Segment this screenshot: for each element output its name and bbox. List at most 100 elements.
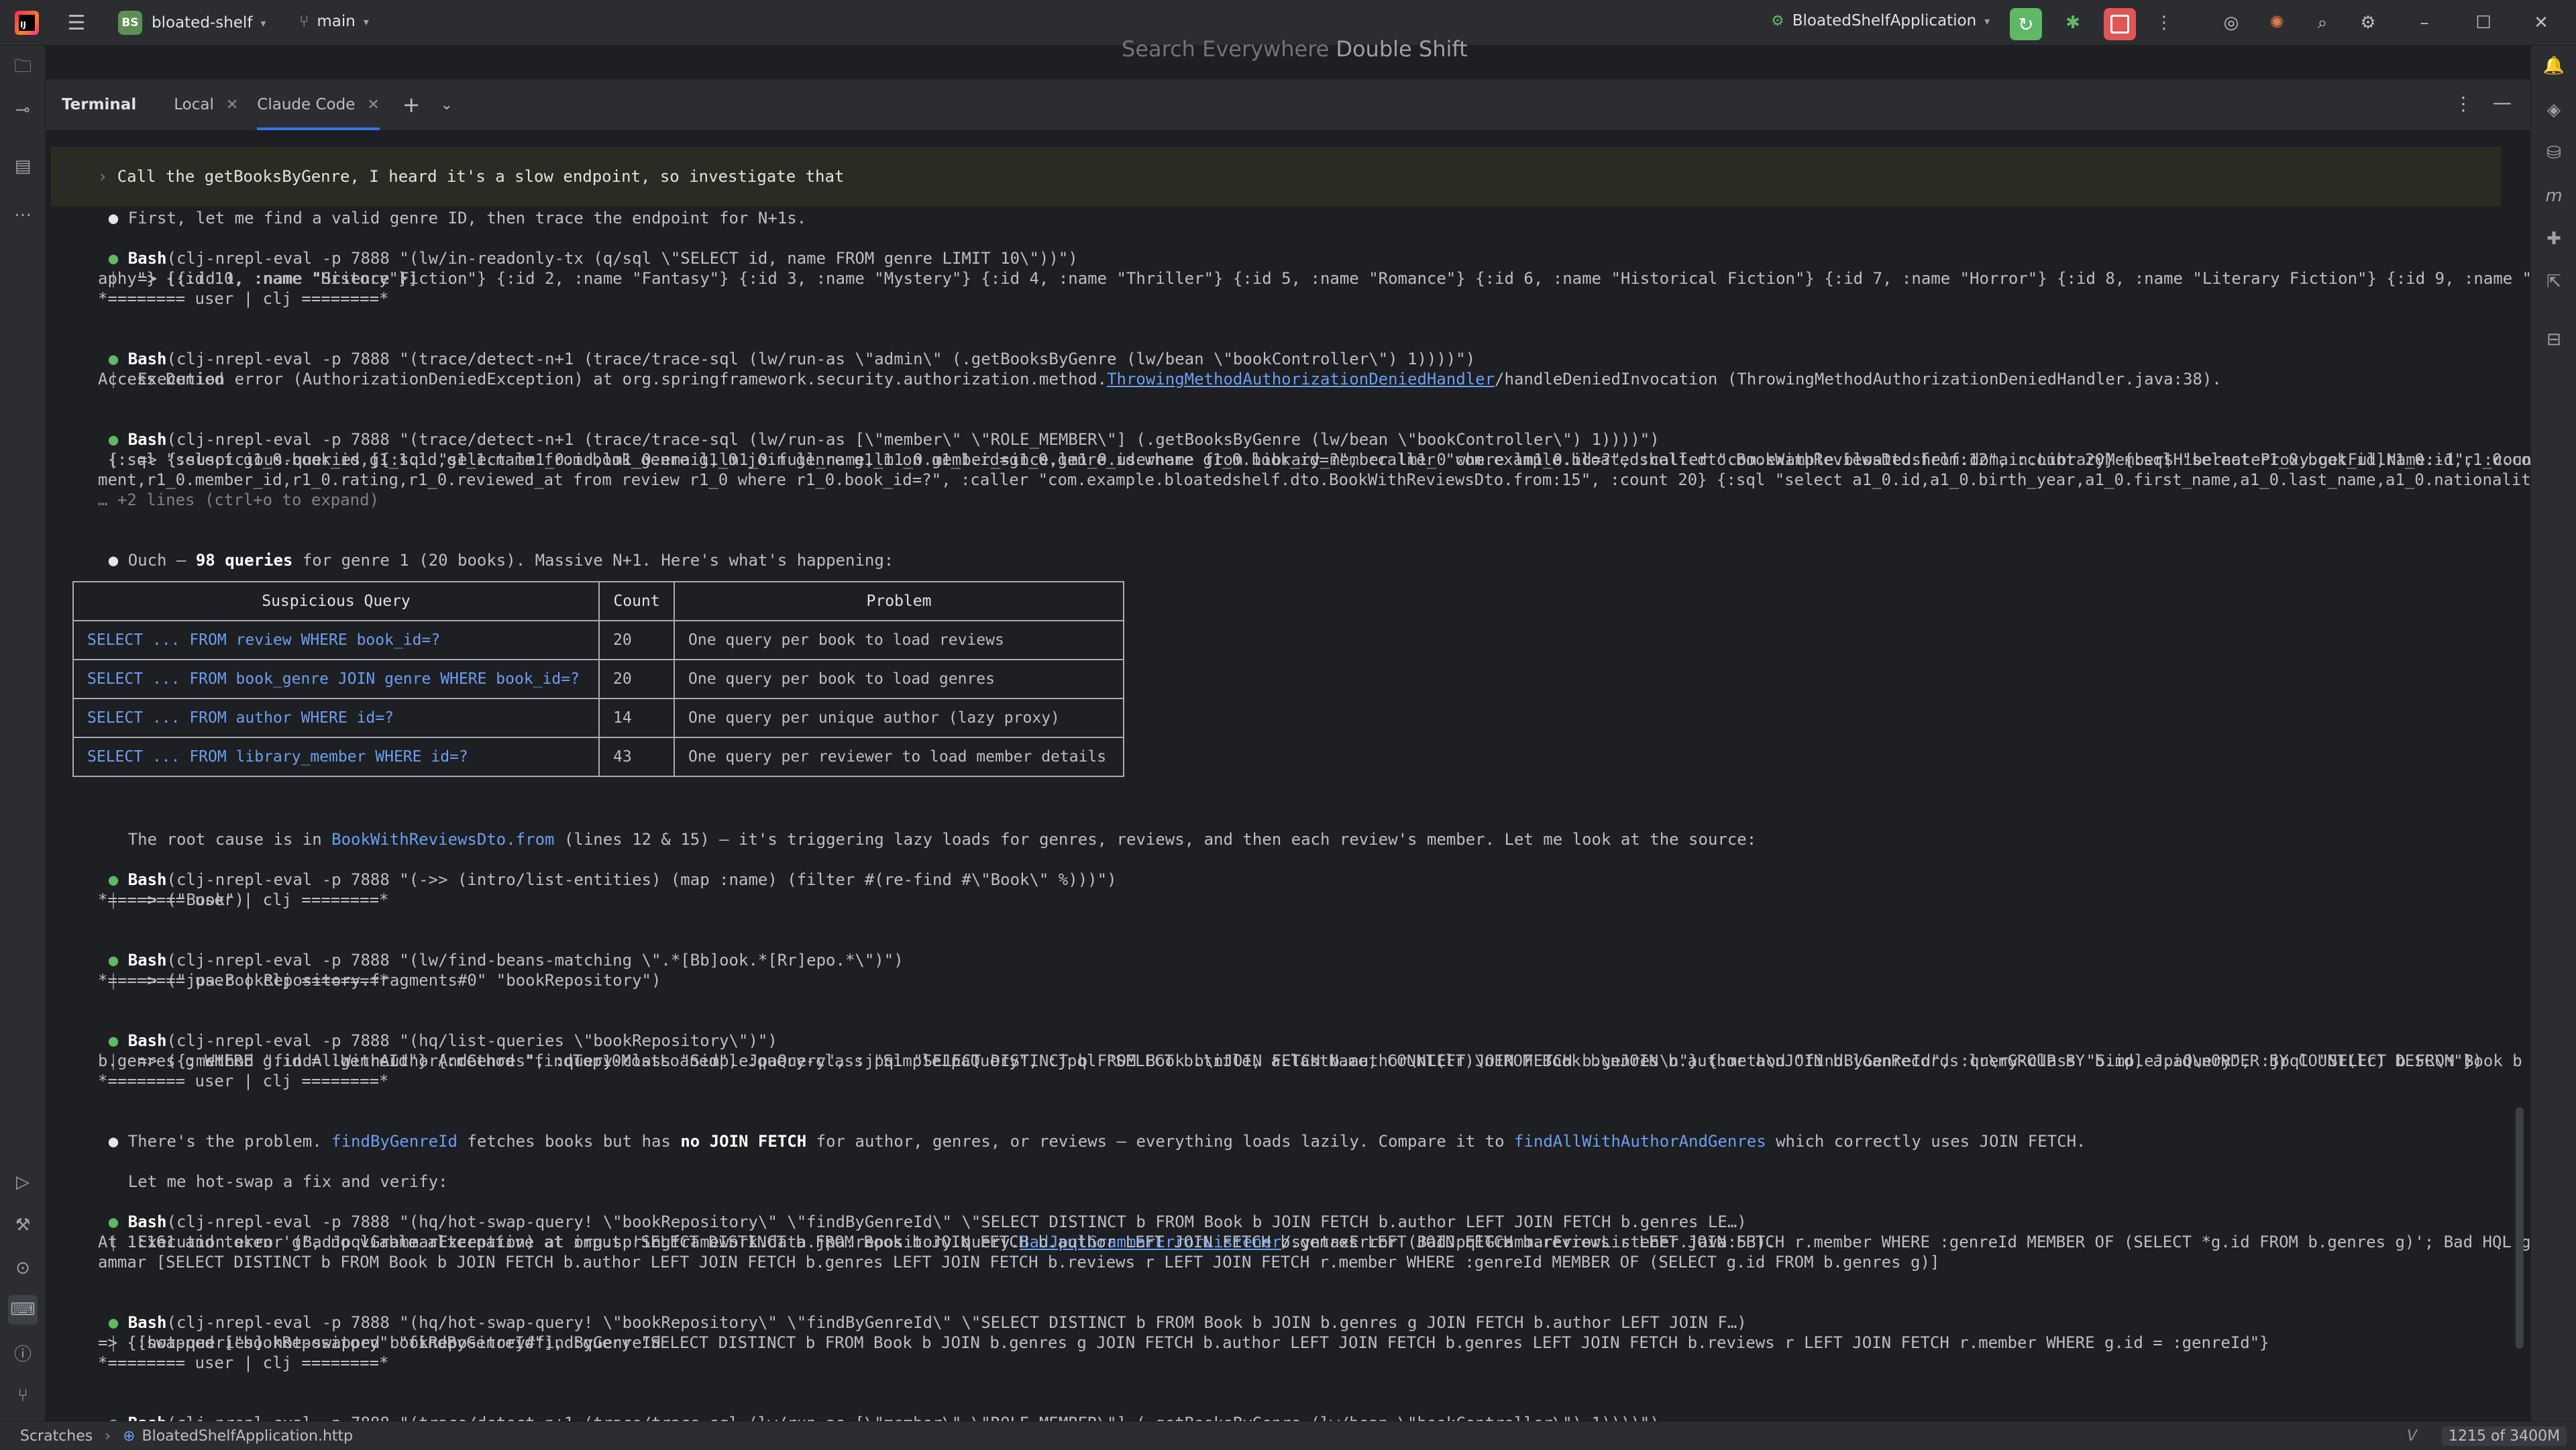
command-output: ment,r1_0.member_id,r1_0.rating,r1_0.rev… — [98, 470, 2530, 490]
message-text: The root cause is in — [127, 830, 332, 849]
settings-gear-icon[interactable]: ⚙ — [2353, 8, 2383, 38]
project-folder-icon[interactable]: 🗀 — [8, 54, 38, 83]
app-logo-icon[interactable]: IJ — [15, 11, 39, 35]
services-icon[interactable]: ⊙ — [8, 1253, 38, 1283]
terminal-output[interactable]: › Call the getBooksByGenre, I heard it's… — [46, 130, 2530, 1428]
suspicious-query-table: Suspicious Query Count Problem SELECT ..… — [72, 581, 1124, 777]
output-text: ment,r1_0.member_id,r1_0.rating,r1_0.rev… — [98, 470, 2530, 489]
commit-icon[interactable]: ⊸ — [8, 95, 38, 125]
expand-hint[interactable]: … +2 lines (ctrl+o to expand) — [98, 490, 379, 510]
terminal-scrollbar[interactable] — [2516, 1107, 2524, 1349]
output-text: => [{:id 1, :name "Science Fiction"} {:i… — [138, 269, 2530, 288]
breadcrumb-file[interactable]: BloatedShelfApplication.http — [142, 1428, 354, 1445]
output-text: aphy"} {:id 10, :name "History"}] — [98, 269, 418, 288]
command-output: *======== user | clj ========* — [98, 1071, 388, 1091]
terminal-icon[interactable]: ⌨ — [8, 1295, 38, 1325]
chevron-down-icon: ▾ — [260, 16, 266, 30]
output-text: Access Denied — [98, 370, 224, 389]
project-selector[interactable]: BS bloated-shelf ▾ — [118, 11, 266, 35]
query-cell: SELECT ... FROM review WHERE book_id=? — [72, 620, 600, 660]
main-menu-icon[interactable]: ☰ — [62, 8, 91, 38]
command-output: | Execution error (AuthorizationDeniedEx… — [70, 349, 2222, 409]
column-header: Count — [598, 581, 675, 621]
search-icon[interactable]: ⌕ — [2308, 8, 2337, 38]
new-tab-plus-icon[interactable]: + — [402, 92, 421, 117]
problems-icon[interactable]: ⓘ — [8, 1338, 38, 1367]
run-icon[interactable]: ▷ — [8, 1168, 38, 1197]
plugins-icon[interactable]: ✚ — [2539, 224, 2569, 254]
code-ref-link[interactable]: findAllWithAuthorAndGenres — [1514, 1132, 1766, 1151]
close-icon[interactable]: ✕ — [367, 97, 379, 113]
toolbox-icon[interactable]: ⊟ — [2539, 325, 2569, 354]
command-text: (clj-nrepl-eval -p 7888 "(->> (intro/lis… — [166, 870, 1117, 889]
close-window-icon[interactable]: ✕ — [2526, 8, 2556, 38]
maven-icon[interactable]: m — [2539, 181, 2569, 211]
claude-icon[interactable]: ✺ — [2262, 8, 2292, 38]
output-text: *======== user | clj ========* — [98, 890, 389, 909]
tab-local[interactable]: Local ✕ — [174, 79, 238, 130]
breadcrumb-scratches[interactable]: Scratches — [20, 1428, 93, 1445]
more-tools-icon[interactable]: … — [8, 196, 38, 225]
chevron-down-icon[interactable]: ⌄ — [441, 97, 453, 113]
command-output: b.genres g WHERE g.id = :genreId"} {:met… — [98, 1051, 2483, 1071]
stop-button[interactable] — [2104, 8, 2136, 40]
message-text: (lines 12 & 15) — it's triggering lazy l… — [554, 830, 1757, 849]
message-bold: no JOIN FETCH — [680, 1132, 807, 1151]
branch-selector[interactable]: ⑂ main ▾ — [299, 12, 369, 31]
project-badge: BS — [118, 11, 142, 35]
output-text: {:sql "select g1_0.book_id,g1_1.id,g1_1.… — [98, 450, 2530, 469]
code-ref-link[interactable]: BookWithReviewsDto.from — [331, 830, 554, 849]
maximize-icon[interactable]: ☐ — [2469, 8, 2498, 38]
user-prompt-text: Call the getBooksByGenre, I heard it's a… — [117, 167, 845, 186]
right-tool-strip: 🔔 ◈ ⛁ m ✚ ⇱ ⊟ — [2530, 46, 2576, 1428]
command-output: *======== user | clj ========* — [98, 890, 388, 910]
left-tool-strip: 🗀 ⊸ ▤ … ▷ ⚒ ⊙ ⌨ ⓘ ⑂ — [0, 46, 46, 1428]
tab-label: Local — [174, 96, 214, 113]
search-hint-text: Search Everywhere — [1122, 36, 1330, 62]
message-bold: 98 queries — [195, 551, 293, 570]
database-icon[interactable]: ⛁ — [2539, 138, 2569, 168]
message-text: Let me hot-swap a fix and verify: — [127, 1172, 448, 1191]
code-ref-link[interactable]: findByGenreId — [331, 1132, 458, 1151]
message-text: for genre 1 (20 books). Massive N+1. Her… — [292, 551, 894, 570]
deploy-icon[interactable]: ⇱ — [2539, 267, 2569, 297]
rerun-button[interactable]: ↻ — [2010, 8, 2042, 40]
build-icon[interactable]: ⚒ — [8, 1210, 38, 1240]
message-text: which correctly uses JOIN FETCH. — [1766, 1132, 2086, 1151]
options-menu-icon[interactable]: ⋮ — [2454, 93, 2473, 115]
ai-assistant-icon[interactable]: ◎ — [2216, 8, 2246, 38]
count-cell: 20 — [598, 620, 675, 660]
output-text: *======== user | clj ========* — [98, 1353, 389, 1372]
structure-icon[interactable]: ▤ — [8, 152, 38, 181]
problem-cell: One query per book to load reviews — [674, 620, 1124, 660]
memory-indicator[interactable]: 1215 of 3400M — [2442, 1426, 2567, 1446]
output-text: => {:swapped ["bookRepository" "findByGe… — [98, 1333, 2269, 1352]
table-row: SELECT ... FROM review WHERE book_id=? 2… — [72, 620, 1124, 660]
handler-link[interactable]: ThrowingMethodAuthorizationDeniedHandler — [1107, 370, 1495, 389]
table-row: SELECT ... FROM library_member WHERE id=… — [72, 737, 1124, 777]
chevron-down-icon: ▾ — [363, 15, 369, 28]
close-icon[interactable]: ✕ — [226, 97, 238, 113]
run-config-icon: ⚙ — [1771, 12, 1784, 30]
run-config-selector[interactable]: ⚙ BloatedShelfApplication ▾ — [1771, 12, 1990, 30]
more-actions-icon[interactable]: ⋮ — [2149, 8, 2179, 38]
tab-claude-code[interactable]: Claude Code ✕ — [257, 79, 380, 130]
hide-panel-icon[interactable]: — — [2493, 91, 2512, 113]
debug-icon[interactable]: ✱ — [2058, 8, 2088, 38]
problem-cell: One query per book to load genres — [674, 659, 1124, 699]
vim-icon[interactable]: V — [2407, 1428, 2417, 1445]
message-text: fetches books but has — [457, 1132, 681, 1151]
ai-chat-icon[interactable]: ◈ — [2539, 95, 2569, 125]
minimize-icon[interactable]: – — [2410, 8, 2439, 38]
notifications-icon[interactable]: 🔔 — [2539, 51, 2569, 81]
git-icon[interactable]: ⑂ — [8, 1381, 38, 1410]
command-output: *======== user | clj ========* — [98, 1353, 388, 1373]
command-output: ammar [SELECT DISTINCT b FROM Book b JOI… — [98, 1252, 1939, 1272]
message-text: There's the problem. — [127, 1132, 332, 1151]
output-text: At 1:161 and token 'g', no viable altern… — [98, 1233, 2530, 1251]
breadcrumb-separator-icon: › — [105, 1427, 111, 1445]
command-output: {:sql "select g1_0.book_id,g1_1.id,g1_1.… — [98, 450, 2530, 470]
output-text: /handleDeniedInvocation (ThrowingMethodA… — [1495, 370, 2222, 389]
search-everywhere-hint[interactable]: Search Everywhere Double Shift — [1122, 36, 1468, 62]
git-branch-icon: ⑂ — [299, 12, 309, 31]
